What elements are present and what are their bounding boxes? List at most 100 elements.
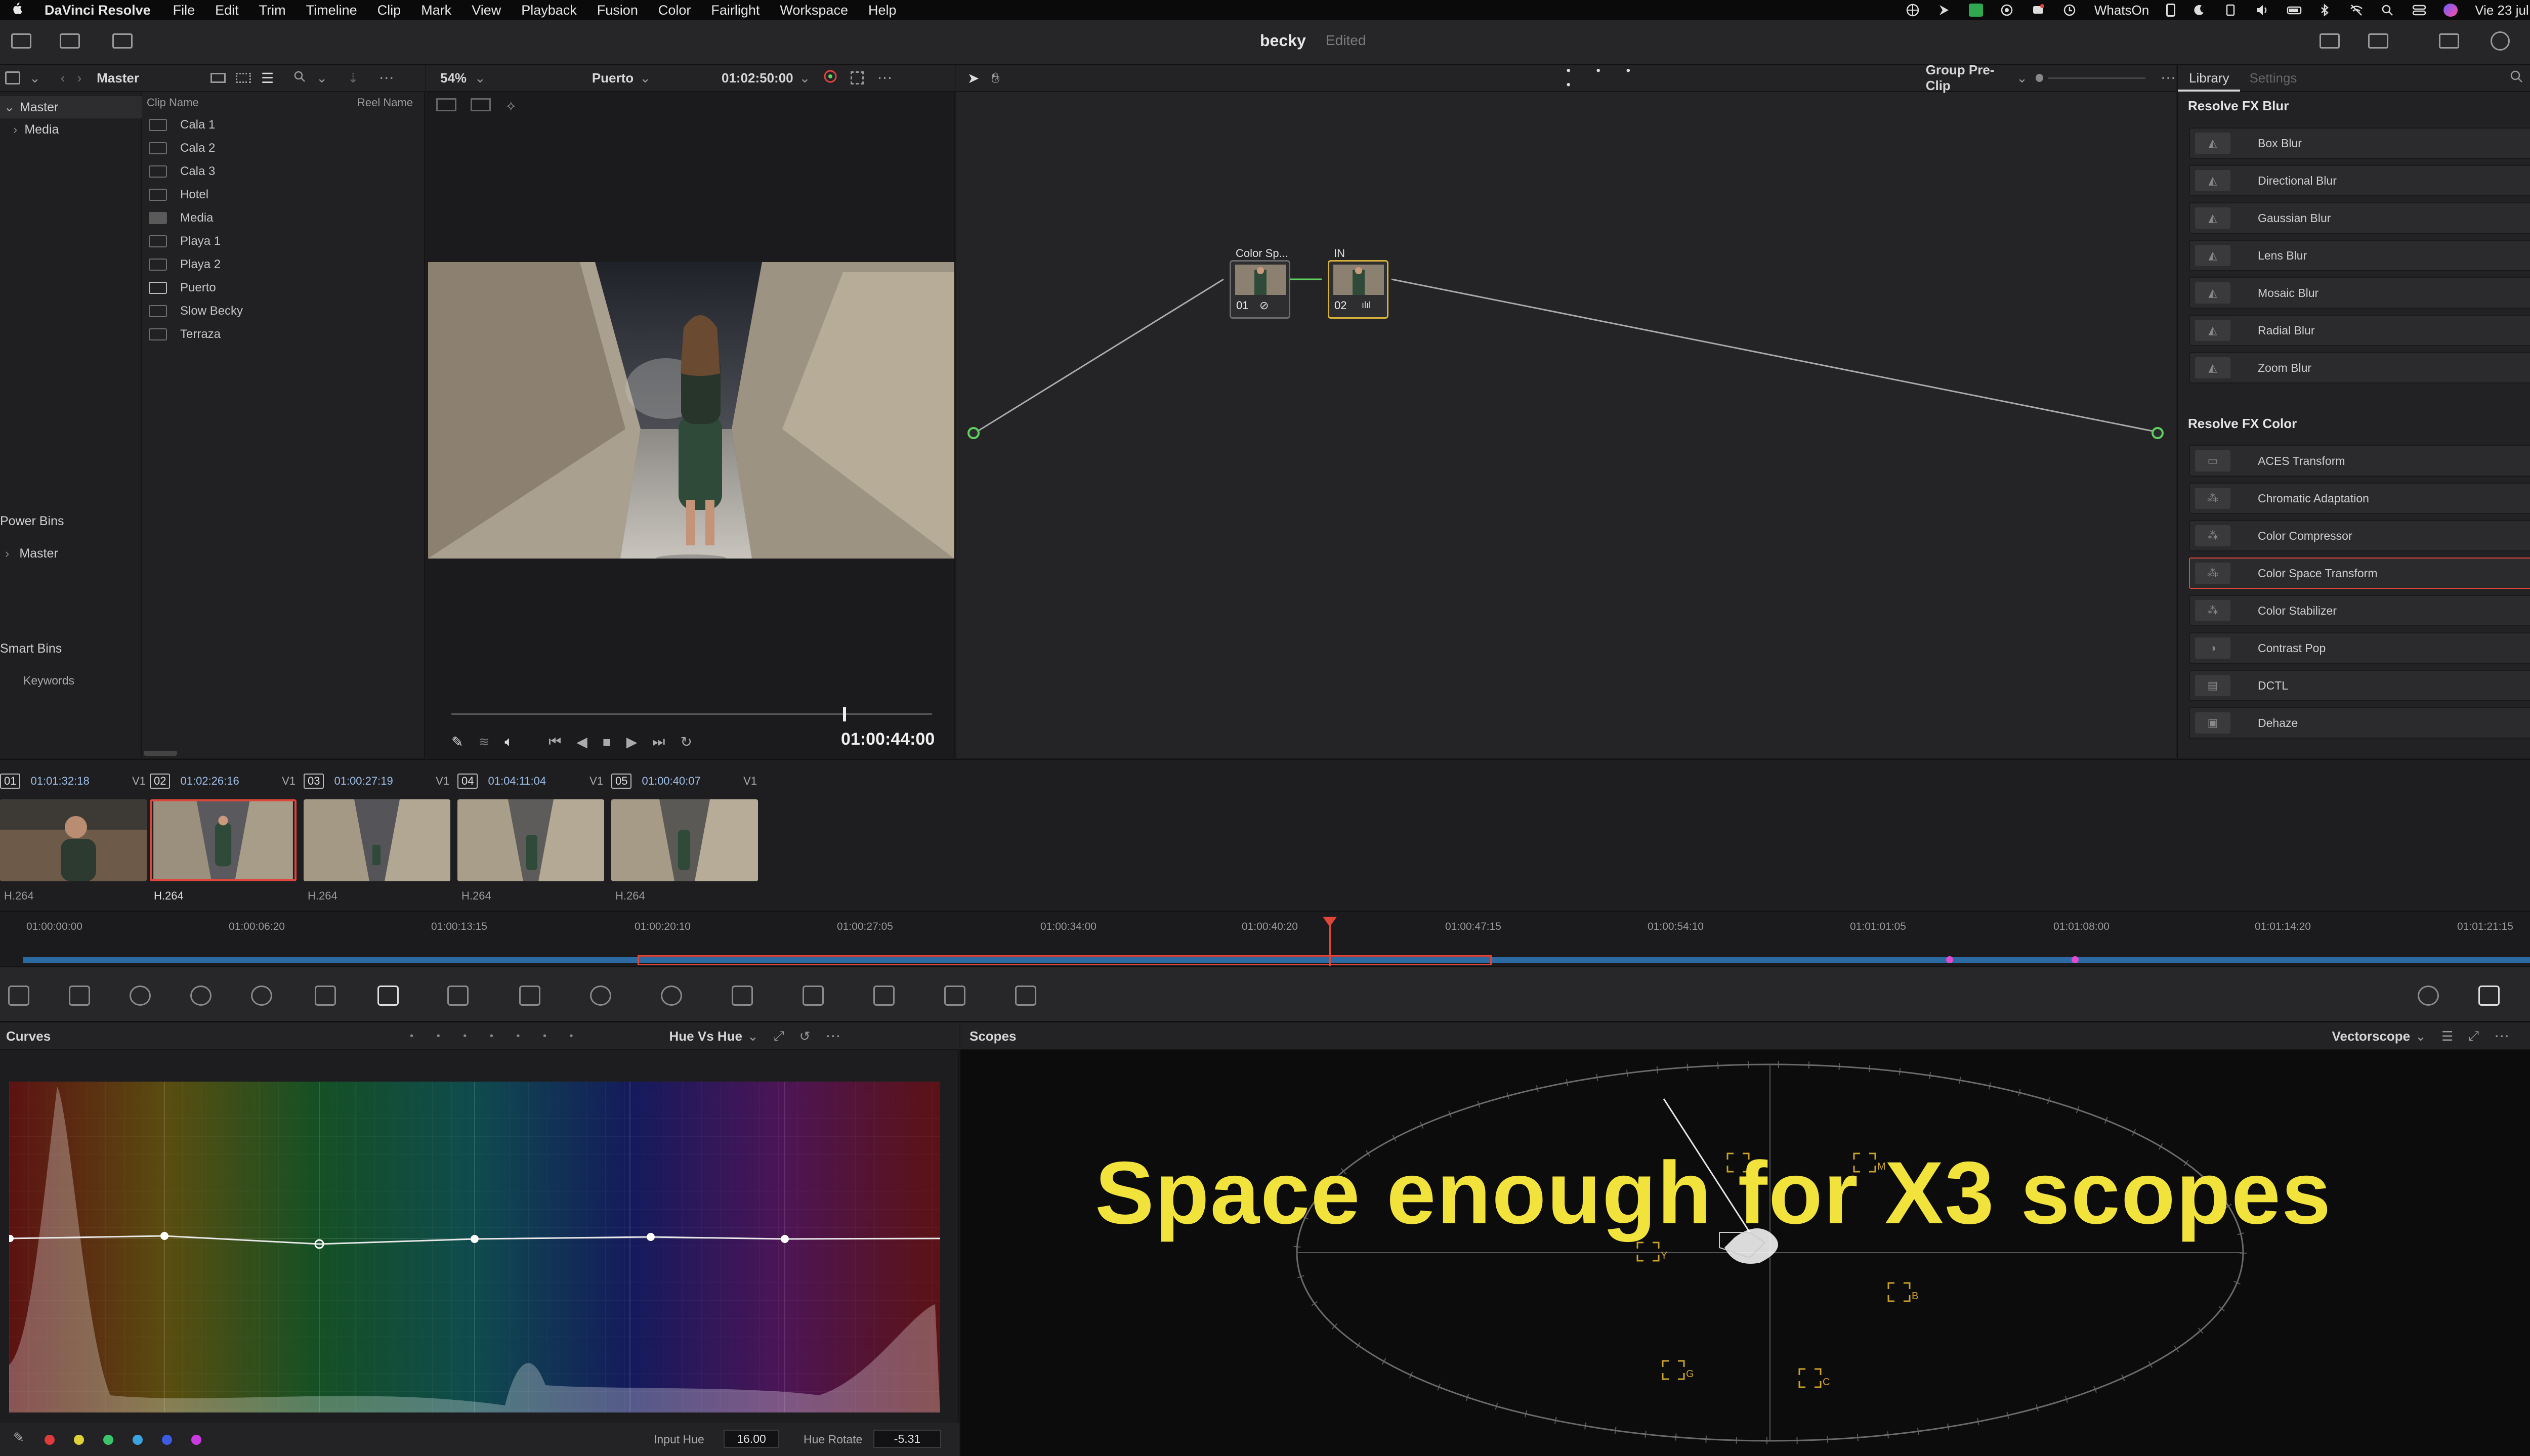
bluetooth-icon[interactable] xyxy=(2318,4,2332,17)
curves-icon[interactable] xyxy=(377,986,399,1006)
magic-mask-icon[interactable] xyxy=(732,986,753,1006)
clip-row[interactable]: Cala 1 xyxy=(149,113,215,137)
vpn-icon[interactable] xyxy=(2000,4,2014,17)
siri-icon[interactable] xyxy=(2443,4,2458,17)
clip-row[interactable]: Puerto xyxy=(149,276,216,299)
menu-mark[interactable]: Mark xyxy=(421,3,451,18)
fx-dctl[interactable]: ▤ DCTL xyxy=(2189,670,2530,701)
hue-vs-hue-graph[interactable] xyxy=(9,1082,940,1412)
menu-file[interactable]: File xyxy=(173,3,195,18)
chevron-down-icon[interactable]: ⌄ xyxy=(475,70,486,86)
color-match-icon[interactable] xyxy=(69,986,90,1006)
timeline-clip-04[interactable]: 04 01:04:11:04 V1 H.264 xyxy=(457,772,609,909)
menu-trim[interactable]: Trim xyxy=(259,3,286,18)
chevron-down-icon[interactable]: ⌄ xyxy=(316,70,327,86)
skip-end-icon[interactable]: ⏭︎ xyxy=(652,734,665,750)
globe-icon[interactable] xyxy=(1906,4,1920,17)
tab-settings[interactable]: Settings xyxy=(2249,70,2297,86)
current-clip-range[interactable] xyxy=(638,955,1492,965)
single-view-icon[interactable] xyxy=(436,98,456,111)
qualifier-icon[interactable] xyxy=(519,986,540,1006)
menu-color[interactable]: Color xyxy=(658,3,691,18)
forward-icon[interactable]: › xyxy=(77,70,81,86)
battery-app-icon[interactable] xyxy=(1968,4,1983,17)
clip-row[interactable]: Slow Becky xyxy=(149,299,243,323)
notification-icon[interactable] xyxy=(2032,4,2046,17)
playhead[interactable] xyxy=(843,707,846,721)
column-clip-name[interactable]: Clip Name xyxy=(147,96,199,113)
fx-color-stabilizer[interactable]: ⁂ Color Stabilizer xyxy=(2189,595,2530,626)
settings-sliders-icon[interactable]: ☰ xyxy=(2441,1029,2453,1044)
hdr-wheels-icon[interactable] xyxy=(190,986,212,1006)
menu-fusion[interactable]: Fusion xyxy=(597,3,638,18)
tab-library[interactable]: Library xyxy=(2178,64,2241,92)
window-icon[interactable] xyxy=(590,986,611,1006)
volume-icon[interactable] xyxy=(2255,4,2269,17)
menu-playback[interactable]: Playback xyxy=(521,3,577,18)
control-center-icon[interactable] xyxy=(2412,4,2426,17)
split-view-icon[interactable] xyxy=(471,98,491,111)
fx-gaussian-blur[interactable]: ◭ Gaussian Blur xyxy=(2189,202,2530,234)
curve-mode[interactable]: Hue Vs Hue xyxy=(669,1029,743,1044)
zoom-level[interactable]: 54% xyxy=(440,70,467,86)
moon-icon[interactable] xyxy=(2192,4,2207,17)
search-icon[interactable] xyxy=(2381,4,2395,17)
disabled-icon[interactable]: ⊘ xyxy=(1259,299,1269,312)
audio-icon[interactable]: 🔈︎ xyxy=(504,734,513,750)
more-options-icon[interactable]: ⋯ xyxy=(2494,1027,2509,1045)
yellow-swatch[interactable] xyxy=(74,1435,84,1445)
scopes-icon[interactable] xyxy=(2478,986,2500,1006)
fx-contrast-pop[interactable]: ◑ Contrast Pop xyxy=(2189,632,2530,664)
sort-icon[interactable]: ⇣ xyxy=(348,70,359,86)
apple-icon[interactable] xyxy=(11,2,23,19)
menubar-clock[interactable]: Vie 23 jul 18:55 xyxy=(2475,3,2530,18)
horizontal-scrollbar[interactable] xyxy=(144,751,177,756)
green-swatch[interactable] xyxy=(103,1435,113,1445)
fx-box-blur[interactable]: ◭ Box Blur xyxy=(2189,127,2530,159)
scrub-bar[interactable] xyxy=(451,713,932,715)
viewer-timecode-top[interactable]: 01:02:50:00 xyxy=(722,70,793,86)
sidebar-toggle-icon[interactable] xyxy=(5,71,20,84)
node-editor[interactable]: ➤ ✋︎ • • • • Group Pre-Clip ⌄ ⋯ Color Sp… xyxy=(956,62,2176,758)
3d-icon[interactable] xyxy=(1015,986,1036,1006)
chevron-down-icon[interactable]: ⌄ xyxy=(640,70,651,86)
viewer-timecode[interactable]: 01:00:44:00 xyxy=(841,730,935,749)
input-hue-field[interactable]: 16.00 xyxy=(724,1430,779,1448)
menu-help[interactable]: Help xyxy=(868,3,897,18)
openfx-icon[interactable] xyxy=(2491,31,2510,51)
stop-icon[interactable]: ■ xyxy=(603,734,611,750)
timeline-icon[interactable] xyxy=(2368,33,2388,49)
clip-row[interactable]: Media xyxy=(149,206,213,230)
vectorscope-graph[interactable]: R M B C G Y xyxy=(960,1050,2530,1456)
clip-row[interactable]: Playa 2 xyxy=(149,253,221,276)
menu-workspace[interactable]: Workspace xyxy=(780,3,848,18)
power-bin-master[interactable]: › Master xyxy=(5,546,58,561)
timeline-clip-05[interactable]: 05 01:00:40:07 V1 H.264 xyxy=(611,772,763,909)
more-options-icon[interactable]: ⋯ xyxy=(877,69,892,87)
node-02[interactable]: 02 ılıl xyxy=(1328,260,1388,319)
hue-rotate-field[interactable]: -5.31 xyxy=(873,1430,941,1448)
section-resolve-fx-blur[interactable]: Resolve FX Blur xyxy=(2188,98,2289,114)
timeline-clip-01[interactable]: 01 01:01:32:18 V1 H.264 xyxy=(0,772,152,909)
fx-lens-blur[interactable]: ◭ Lens Blur xyxy=(2189,240,2530,271)
mini-timeline[interactable]: 01:00:00:00 01:00:06:20 01:00:13:15 01:0… xyxy=(0,911,2530,967)
section-resolve-fx-color[interactable]: Resolve FX Color xyxy=(2188,416,2297,432)
node-01[interactable]: 01 ⊘ xyxy=(1230,260,1290,319)
fx-dehaze[interactable]: ▣ Dehaze xyxy=(2189,707,2530,739)
thumbnail-view-icon[interactable] xyxy=(210,73,226,83)
battery-icon[interactable] xyxy=(2287,4,2302,17)
key-icon[interactable] xyxy=(873,986,895,1006)
fullscreen-icon[interactable] xyxy=(851,71,864,84)
page-dots[interactable]: • • • • • • • xyxy=(410,1031,583,1042)
menu-edit[interactable]: Edit xyxy=(215,3,239,18)
fx-color-space-transform[interactable]: ⁂ Color Space Transform xyxy=(2189,558,2530,589)
timeline-marker[interactable] xyxy=(2072,956,2079,963)
magic-wand-icon[interactable]: ✧ xyxy=(505,98,517,115)
timeline-clip-03[interactable]: 03 01:00:27:19 V1 H.264 xyxy=(304,772,455,909)
grid-view-icon[interactable] xyxy=(236,73,251,83)
fan-icon[interactable] xyxy=(2224,4,2238,17)
media-pool-icon[interactable] xyxy=(11,33,31,49)
fx-radial-blur[interactable]: ◭ Radial Blur xyxy=(2189,315,2530,346)
search-icon[interactable] xyxy=(2509,69,2523,87)
blue-swatch[interactable] xyxy=(162,1435,172,1445)
